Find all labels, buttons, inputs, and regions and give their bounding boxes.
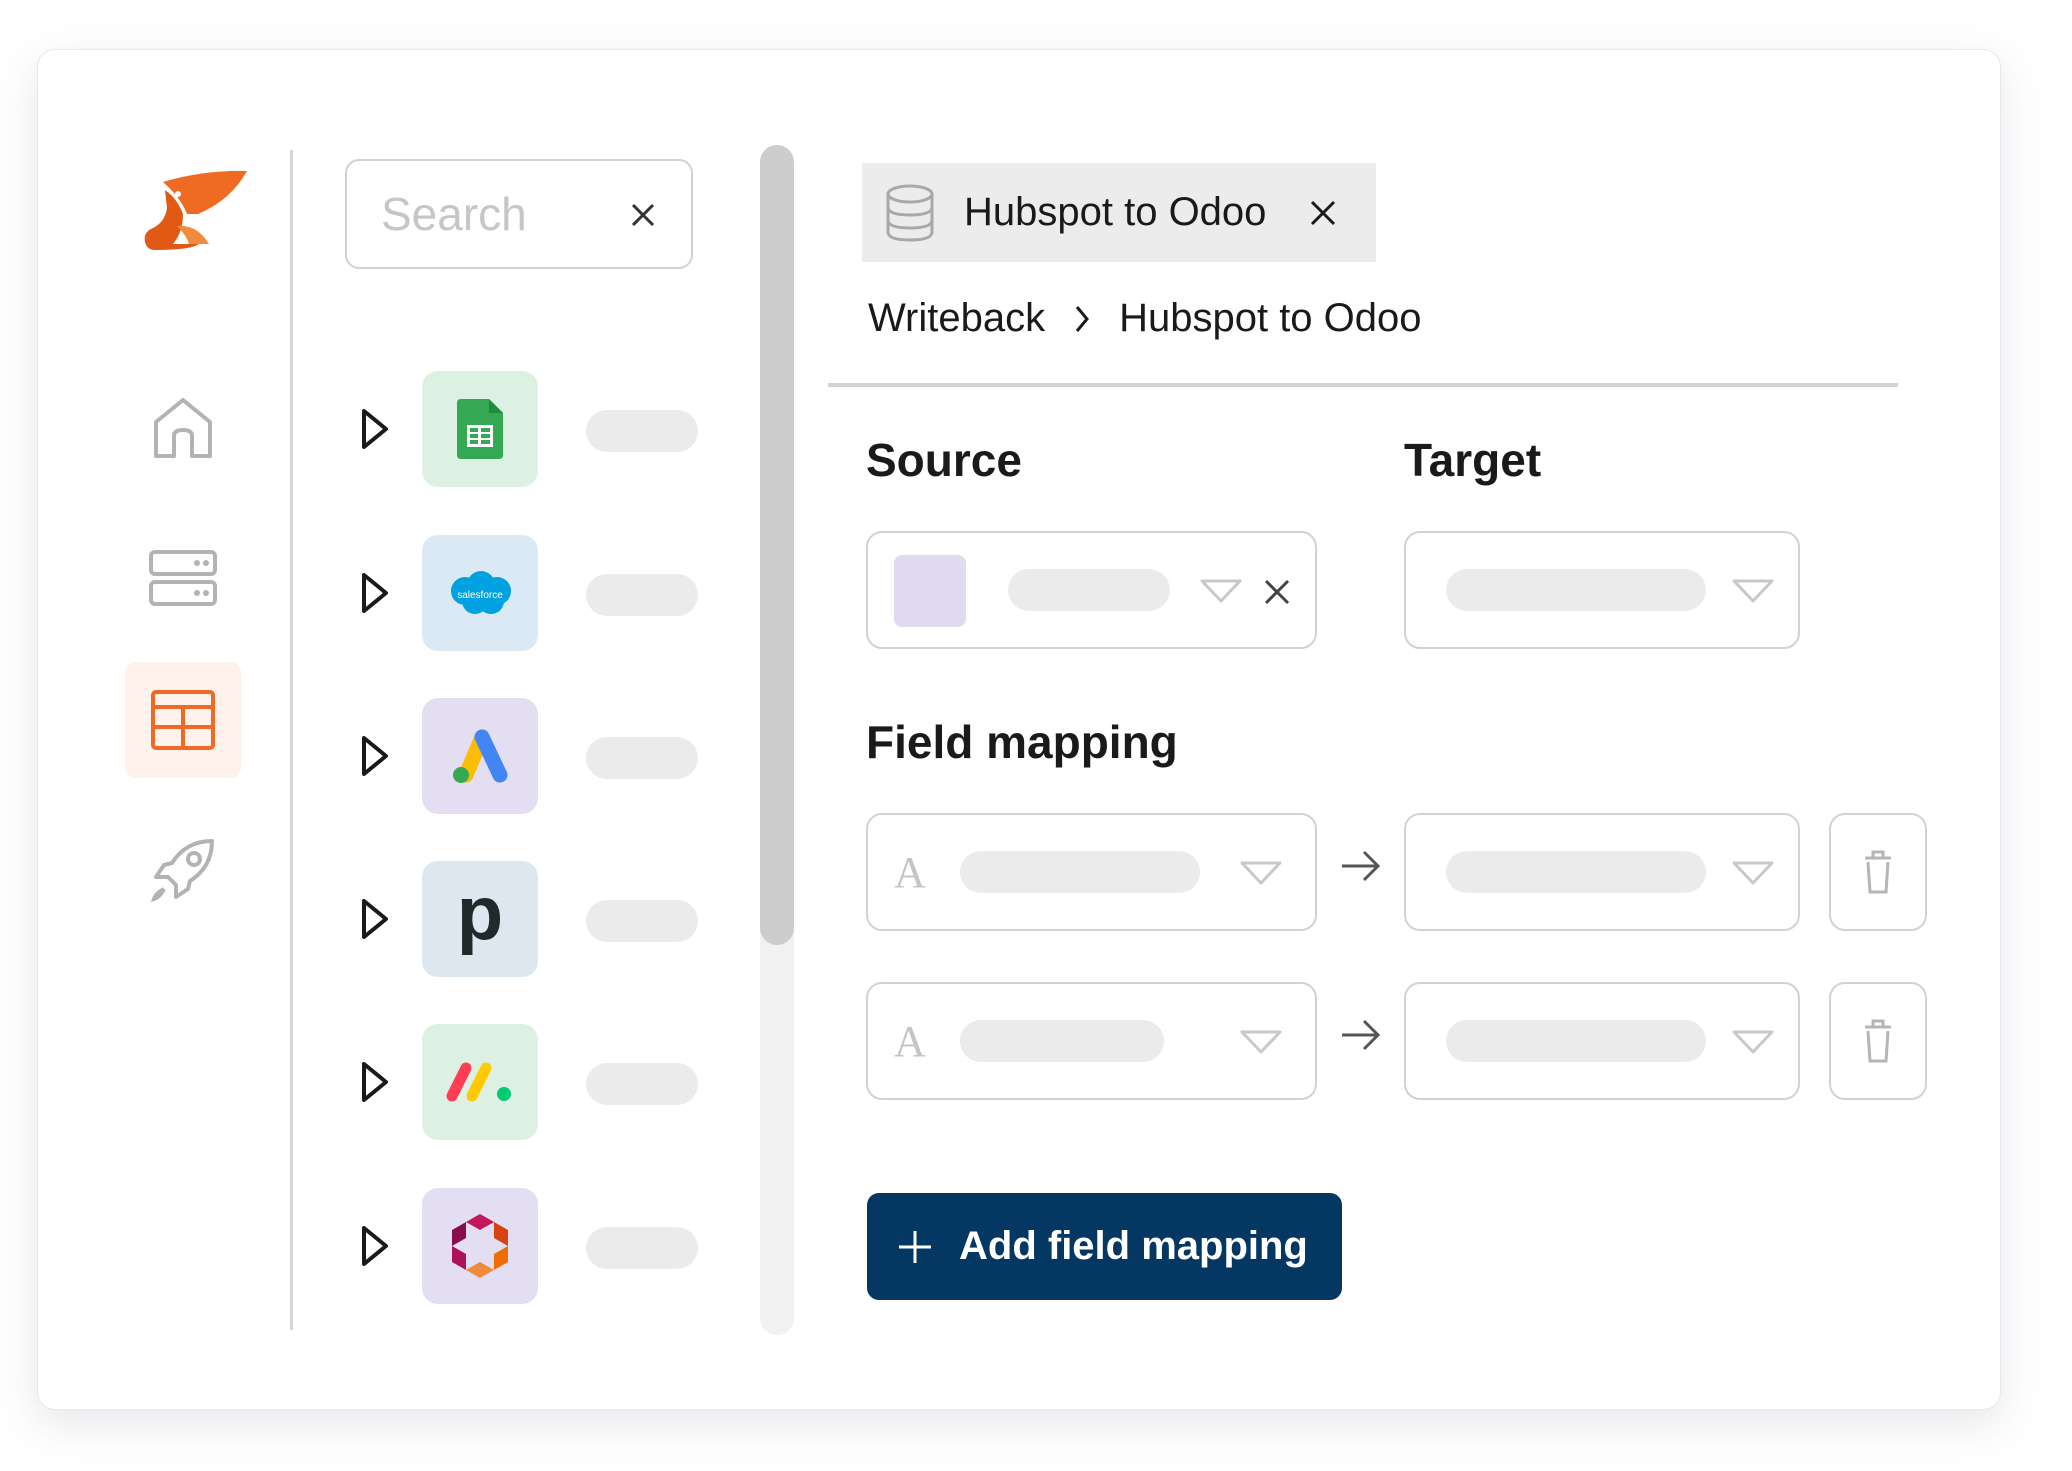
source-heading: Source [866, 434, 1022, 486]
mapping-target-value-placeholder [1446, 1020, 1706, 1062]
trash-icon [1865, 1019, 1891, 1063]
mapping-target-field-select[interactable] [1404, 813, 1800, 931]
list-scrollbar-thumb[interactable] [760, 145, 794, 945]
source-connector-swatch [894, 555, 966, 627]
target-select[interactable] [1404, 531, 1800, 649]
expand-caret-icon[interactable] [360, 1060, 390, 1104]
nav-home[interactable] [125, 370, 241, 486]
field-mapping-heading: Field mapping [866, 716, 1178, 768]
expand-caret-icon[interactable] [360, 1224, 390, 1268]
source-select[interactable] [866, 531, 1317, 649]
connector-row[interactable]: salesforce [360, 535, 700, 651]
nav-tables[interactable] [125, 662, 241, 778]
expand-caret-icon[interactable] [360, 897, 390, 941]
salesforce-icon: salesforce [451, 571, 511, 614]
connector-name-placeholder [586, 900, 698, 942]
rocket-icon [150, 839, 214, 903]
connector-name-placeholder [586, 1063, 698, 1105]
trash-icon [1865, 850, 1891, 894]
nav-deploy[interactable] [125, 812, 241, 928]
chevron-right-icon [1075, 305, 1090, 332]
chevron-down-icon[interactable] [1732, 861, 1774, 885]
connector-row[interactable] [360, 698, 700, 814]
salesforce-logo-text: salesforce [457, 590, 503, 601]
tab-hubspot-to-odoo[interactable]: Hubspot to Odoo [862, 163, 1376, 262]
add-field-mapping-label: Add field mapping [959, 1224, 1308, 1268]
connector-row[interactable] [360, 1188, 700, 1304]
mapping-source-field-select[interactable]: A [866, 982, 1317, 1100]
connector-name-placeholder [586, 737, 698, 779]
connector-tile: p [422, 861, 538, 977]
pipedrive-icon: p [456, 871, 504, 956]
chevron-down-icon[interactable] [1732, 1030, 1774, 1054]
connector-name-placeholder [586, 1227, 698, 1269]
pelican-logo-icon [144, 170, 247, 250]
mapping-target-value-placeholder [1446, 851, 1706, 893]
source-value-placeholder [1008, 569, 1170, 611]
connector-name-placeholder [586, 410, 698, 452]
delete-mapping-button[interactable] [1829, 813, 1927, 931]
connector-tile [422, 371, 538, 487]
clear-source-icon[interactable] [1262, 577, 1292, 607]
tab-label: Hubspot to Odoo [964, 190, 1267, 234]
table-icon [151, 690, 215, 750]
add-field-mapping-button[interactable]: Add field mapping [867, 1193, 1342, 1300]
chevron-down-icon[interactable] [1200, 579, 1242, 603]
expand-caret-icon[interactable] [360, 571, 390, 615]
mapping-target-field-select[interactable] [1404, 982, 1800, 1100]
mapping-source-value-placeholder [960, 851, 1200, 893]
monday-icon [446, 1062, 511, 1102]
connector-tile [422, 698, 538, 814]
nav-servers[interactable] [125, 520, 241, 636]
target-heading: Target [1404, 434, 1542, 486]
close-tab-icon[interactable] [1308, 198, 1338, 228]
breadcrumb: Writeback Hubspot to Odoo [868, 296, 1422, 341]
database-icon [886, 184, 934, 242]
plus-icon [899, 1230, 931, 1263]
home-icon [154, 398, 212, 458]
connector-row[interactable]: p [360, 861, 700, 977]
connector-row[interactable] [360, 1024, 700, 1140]
breadcrumb-parent[interactable]: Writeback [868, 296, 1045, 341]
expand-caret-icon[interactable] [360, 734, 390, 778]
sidebar-divider [290, 150, 293, 1330]
connector-name-placeholder [586, 574, 698, 616]
server-icon [149, 550, 217, 606]
chevron-down-icon[interactable] [1732, 579, 1774, 603]
connector-tile [422, 1188, 538, 1304]
clear-search-icon[interactable] [623, 195, 663, 235]
google-ads-icon [453, 729, 508, 783]
text-type-glyph: A [894, 1017, 926, 1066]
hexagon-logo-icon [452, 1214, 508, 1278]
google-sheets-icon [457, 399, 503, 459]
text-type-glyph: A [894, 848, 926, 897]
expand-caret-icon[interactable] [360, 407, 390, 451]
connector-row[interactable] [360, 371, 700, 487]
header-divider [828, 383, 1898, 387]
chevron-down-icon[interactable] [1240, 861, 1282, 885]
search-box[interactable] [345, 159, 693, 269]
arrow-right-icon [1342, 1019, 1381, 1051]
mapping-source-field-select[interactable]: A [866, 813, 1317, 931]
search-input[interactable] [379, 186, 613, 242]
delete-mapping-button[interactable] [1829, 982, 1927, 1100]
chevron-down-icon[interactable] [1240, 1030, 1282, 1054]
mapping-source-value-placeholder [960, 1020, 1164, 1062]
arrow-right-icon [1342, 850, 1381, 882]
connector-tile: salesforce [422, 535, 538, 651]
target-value-placeholder [1446, 569, 1706, 611]
breadcrumb-current: Hubspot to Odoo [1119, 296, 1422, 340]
connector-tile [422, 1024, 538, 1140]
